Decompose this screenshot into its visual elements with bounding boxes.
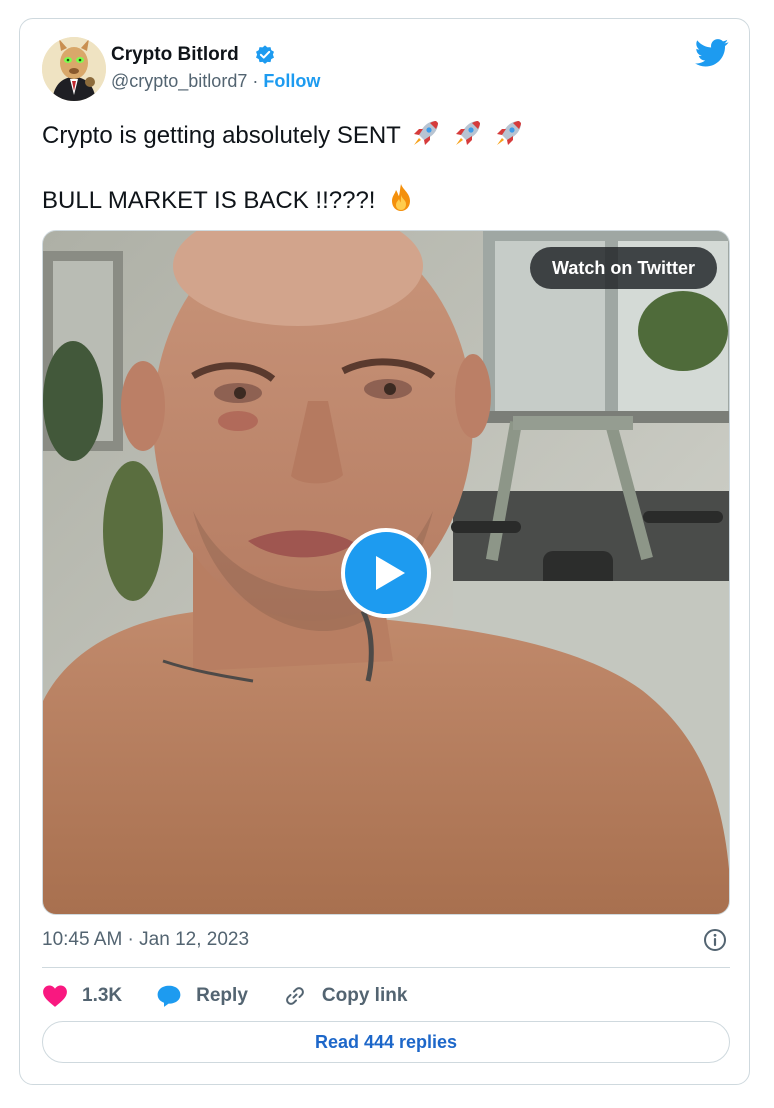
author-handle[interactable]: @crypto_bitlord7 [111,71,247,91]
action-bar: 1.3K Reply Copy link [42,981,441,1011]
rocket-emoji-icon [414,121,439,145]
divider [42,967,730,968]
play-icon [376,556,405,590]
reply-button[interactable]: Reply [156,984,248,1008]
tweet-card: Crypto Bitlord @crypto_bitlord7 · Follow… [19,18,750,1085]
info-icon[interactable] [703,928,727,952]
handle-line: @crypto_bitlord7 · Follow [111,71,320,92]
like-button[interactable]: 1.3K [42,984,122,1008]
tweet-line-1: Crypto is getting absolutely SENT [42,117,525,150]
reply-label: Reply [196,985,248,1006]
avatar[interactable] [42,37,106,101]
watch-on-twitter-button[interactable]: Watch on Twitter [530,247,717,289]
fire-emoji-icon [392,184,411,211]
copy-link-button[interactable]: Copy link [282,984,408,1008]
read-replies-button[interactable]: Read 444 replies [42,1021,730,1063]
tweet-line-2: BULL MARKET IS BACK !!???! [42,182,417,215]
avatar-image [42,37,106,101]
play-button[interactable] [341,528,431,618]
video-preview[interactable]: Watch on Twitter [42,230,730,915]
copy-link-label: Copy link [321,985,408,1006]
rocket-emoji-icon [497,121,522,145]
tweet-text-2: BULL MARKET IS BACK !!???! [42,187,376,214]
author-name[interactable]: Crypto Bitlord [111,44,239,66]
follow-link[interactable]: Follow [263,71,320,91]
tweet-timestamp[interactable]: 10:45 AM · Jan 12, 2023 [42,929,249,951]
link-icon [285,987,304,1005]
rocket-emoji-icon [455,121,480,145]
verified-badge-icon [256,45,274,64]
handle-separator: · [252,71,259,91]
reply-icon [157,985,181,1007]
like-count: 1.3K [82,985,123,1006]
tweet-text-1: Crypto is getting absolutely SENT [42,122,401,149]
twitter-bird-icon[interactable] [695,39,729,67]
heart-icon [43,985,67,1007]
